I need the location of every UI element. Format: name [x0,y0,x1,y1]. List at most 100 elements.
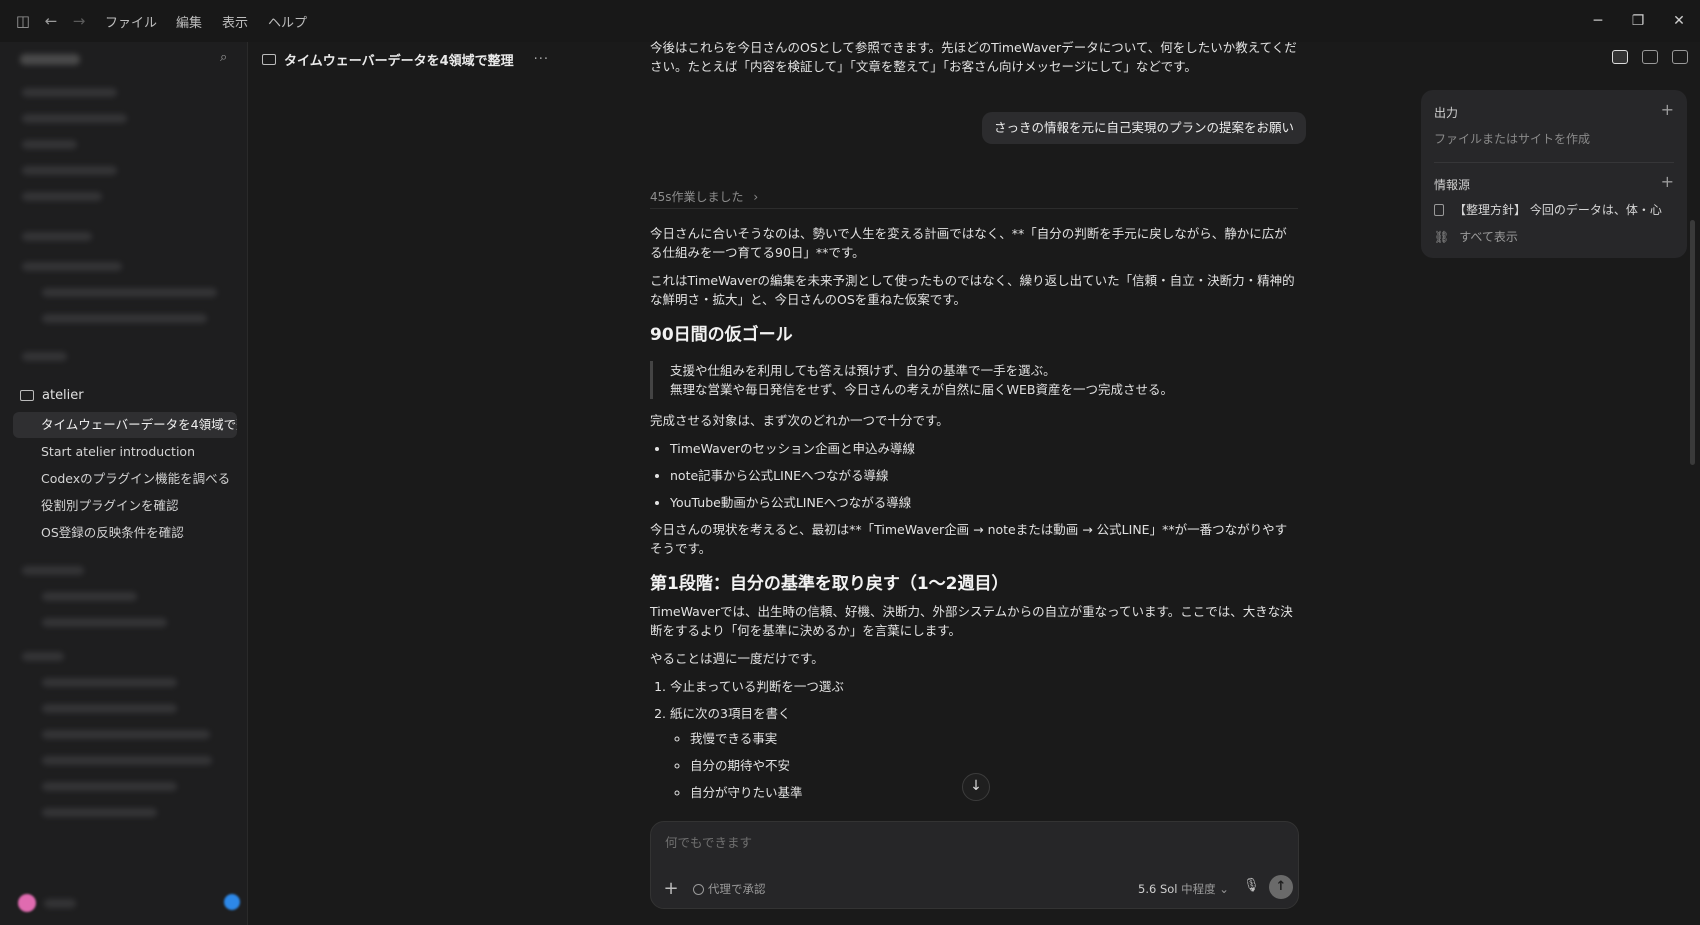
folder-name: atelier [42,388,84,403]
more-options-icon[interactable]: ··· [534,52,549,67]
chevron-right-icon: › [753,190,759,204]
close-icon[interactable]: ✕ [1664,8,1694,34]
menu-help[interactable]: ヘルプ [268,12,307,31]
blurred-section [22,566,84,575]
bullet-list: TimeWaverのセッション企画と申込み導線 note記事から公式LINEへつ… [650,439,1298,512]
sidebar-thread[interactable]: タイムウェーバーデータを4領域で整理 [13,412,237,438]
minimize-icon[interactable]: ─ [1583,8,1613,34]
menu-view[interactable]: 表示 [222,12,248,31]
panel-toggles [1612,50,1688,64]
blurred-thread [42,756,212,765]
status-icon[interactable] [224,894,240,910]
add-output-icon[interactable]: + [1661,100,1674,119]
forward-arrow-icon[interactable]: → [68,10,90,32]
work-duration-label: 45s作業しました [650,190,744,204]
chevron-down-icon: ⌄ [1219,882,1229,896]
composer: + 代理で承認 5.6 Sol 中程度 ⌄ 🎙 ↑ [650,821,1299,909]
reply-paragraph: 今日さんに合いそうなのは、勢いで人生を変える計画ではなく、**「自分の判断を手元… [650,226,1287,260]
project-folder[interactable]: atelier [20,388,84,403]
folder-icon [262,54,276,65]
model-selector[interactable]: 5.6 Sol 中程度 ⌄ [1138,881,1229,897]
sidebar-thread[interactable]: Codexのプラグイン機能を調べる [13,466,237,492]
blurred-thread [42,782,177,791]
blurred-thread [42,808,157,817]
output-hint[interactable]: ファイルまたはサイトを作成 [1434,130,1590,147]
send-button[interactable]: ↑ [1269,875,1293,899]
assistant-prev-text: 今後はこれらを今日さんのOSとして参照できます。先ほどのTimeWaverデータ… [650,40,1297,74]
model-name: 5.6 Sol [1138,882,1178,896]
back-arrow-icon[interactable]: ← [40,10,62,32]
blurred-thread [42,314,207,323]
panel-icon[interactable] [1642,50,1658,64]
output-title: 出力 [1434,106,1459,120]
approve-label: 代理で承認 [708,882,766,896]
effort-level: 中程度 [1181,882,1216,896]
reply-paragraph: TimeWaverでは、出生時の信頼、好機、決断力、外部システムからの自立が重な… [650,604,1293,638]
message-input[interactable] [663,834,1267,851]
approve-toggle[interactable]: 代理で承認 [693,881,766,897]
sidebar-thread[interactable]: OS登録の反映条件を確認 [13,520,237,546]
info-panel: 出力 + ファイルまたはサイトを作成 情報源 + 【整理方針】 今回のデータは、… [1421,90,1687,258]
blurred-username [44,899,76,908]
blurred-nav [22,192,102,201]
blurred-thread [42,592,137,601]
blurred-thread [42,618,167,627]
user-avatar[interactable] [18,894,36,912]
restore-icon[interactable]: ❐ [1623,8,1653,34]
thread-header: タイムウェーバーデータを4領域で整理 ··· [262,50,549,69]
source-item[interactable]: 【整理方針】 今回のデータは、体・心 [1434,201,1674,218]
reply-paragraph: これはTimeWaverの編集を未来予測として使ったものではなく、繰り返し出てい… [650,273,1295,307]
blurred-nav [22,88,117,97]
folder-icon [20,390,34,401]
blurred-section [22,262,122,271]
list-view-icon[interactable] [1612,50,1628,64]
menu-file[interactable]: ファイル [105,12,157,31]
list-item: 今止まっている判断を一つ選ぶ [670,677,1298,696]
sidebar-toggle-icon[interactable]: ◫ [12,10,34,32]
blurred-nav [22,166,117,175]
blockquote: 支援や仕組みを利用しても答えは預けず、自分の基準で一手を選ぶ。 無理な営業や毎日… [650,361,1298,399]
search-icon[interactable]: ⌕ [220,50,234,65]
list-item-text: 紙に次の3項目を書く [670,706,791,721]
right-panel-icon[interactable] [1672,50,1688,64]
blurred-thread [42,704,177,713]
thread-title: タイムウェーバーデータを4領域で整理 [284,54,514,69]
blurred-thread [42,678,177,687]
blurred-section [22,352,67,361]
file-icon [1434,203,1444,216]
list-item: YouTube動画から公式LINEへつながる導線 [670,493,1298,512]
show-all-sources[interactable]: ⛓ すべて表示 [1434,228,1674,245]
blurred-section [22,652,64,661]
show-all-label: すべて表示 [1459,230,1518,244]
sidebar-thread[interactable]: 役割別プラグインを確認 [13,493,237,519]
sources-title: 情報源 [1434,178,1471,192]
work-duration[interactable]: 45s作業しました › [650,188,1298,209]
microphone-icon[interactable]: 🎙 [1243,878,1260,893]
list-item: note記事から公式LINEへつながる導線 [670,466,1298,485]
list-item: TimeWaverのセッション企画と申込み導線 [670,439,1298,458]
source-item-label: 【整理方針】 今回のデータは、体・心 [1454,203,1662,217]
title-bar: ◫ ← → ファイル 編集 表示 ヘルプ ─ ❐ ✕ [0,0,1700,42]
assistant-reply: 今日さんに合いそうなのは、勢いで人生を変える計画ではなく、**「自分の判断を手元… [650,224,1298,810]
reply-paragraph: 完成させる対象は、まず次のどれか一つで十分です。 [650,413,949,428]
quote-line: 無理な営業や毎日発信をせず、今日さんの考えが自然に届くWEB資産を一つ完成させる… [670,382,1173,397]
quote-line: 支援や仕組みを利用しても答えは預けず、自分の基準で一手を選ぶ。 [670,363,1056,378]
reply-paragraph: やることは週に一度だけです。 [650,651,824,666]
sub-list-item: 我慢できる事実 [690,729,1298,748]
add-source-icon[interactable]: + [1661,172,1674,191]
sub-list-item: 自分の期待や不安 [690,756,1298,775]
blurred-section [22,232,92,241]
scrollbar[interactable] [1690,220,1695,465]
section-heading: 第1段階：自分の基準を取り戻す（1〜2週目） [650,574,1009,594]
blurred-nav [22,114,127,123]
sidebar-thread[interactable]: Start atelier introduction [13,439,237,465]
divider [1434,162,1674,163]
menu-edit[interactable]: 編集 [176,12,202,31]
plus-icon[interactable]: + [662,878,680,899]
scroll-down-button[interactable]: ↓ [962,773,990,801]
check-circle-icon [693,883,704,895]
reply-paragraph: 今日さんの現状を考えると、最初は**「TimeWaver企画 → noteまたは… [650,522,1288,556]
sub-list-item: 自分が守りたい基準 [690,783,1298,802]
section-heading: 90日間の仮ゴール [650,325,793,345]
blurred-thread [42,288,217,297]
